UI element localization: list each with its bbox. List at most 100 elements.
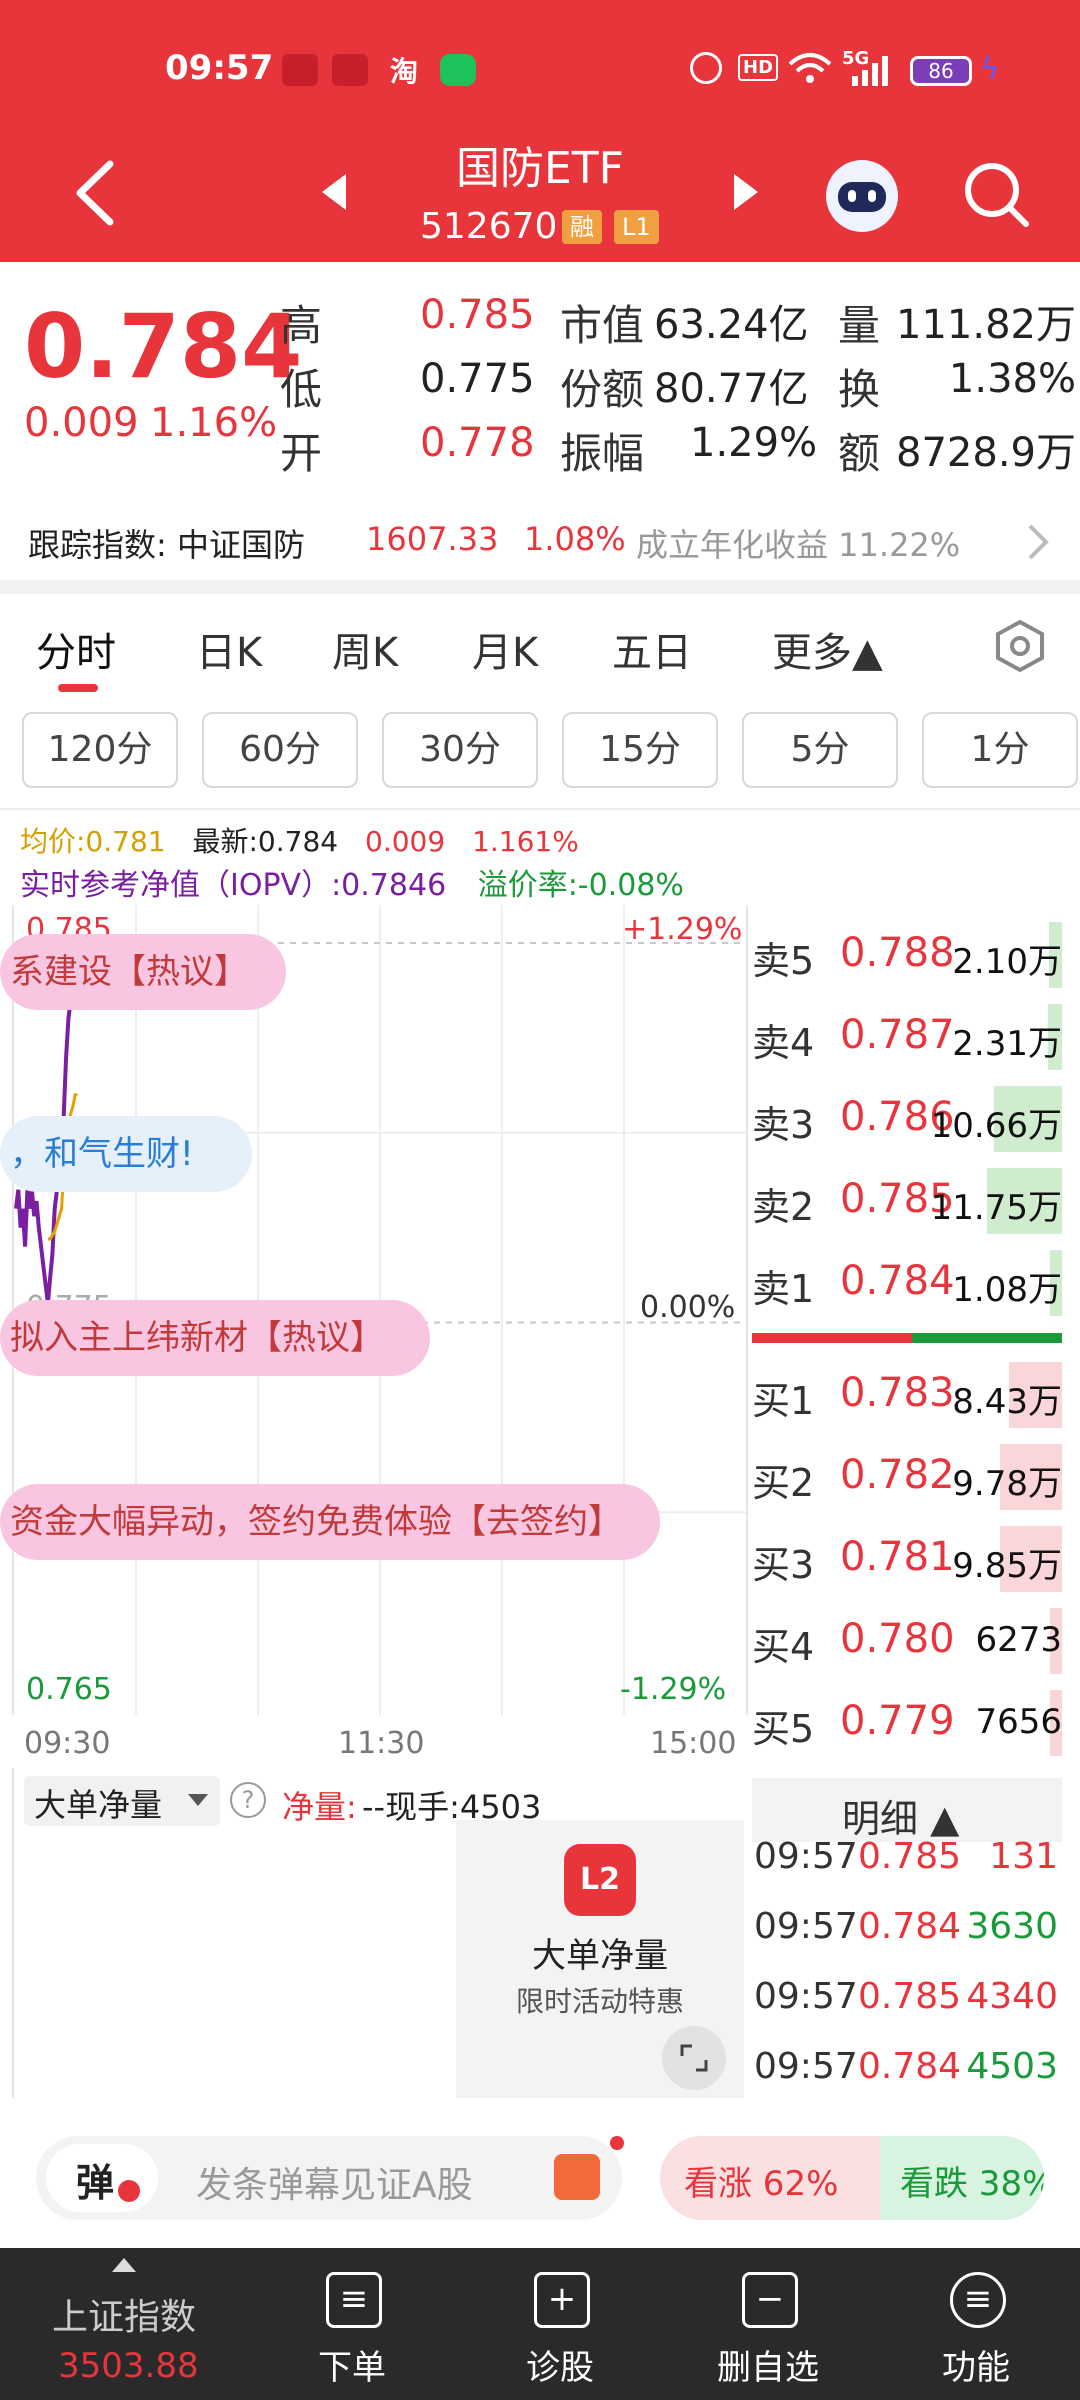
bear-label: 看跌 38% [900,2164,1044,2204]
tab-active-indicator [58,684,98,692]
nav-remove-favorite[interactable]: 删自选 [668,2340,868,2389]
promo-card[interactable]: L2 大单净量 限时活动特惠 [456,1820,744,2098]
expand-icon[interactable] [662,2026,726,2090]
period-1min[interactable]: 1分 [922,712,1078,788]
detail-time: 09:57 [754,1976,858,2017]
tab-timeshare[interactable]: 分时 [36,620,116,678]
danmaku-bubble[interactable]: 拟入主上纬新材【热议】 [0,1300,430,1376]
net-amount-label: 净量: [282,1788,357,1826]
level-tag: L1 [614,210,659,244]
buy-level-label: 买3 [752,1543,815,1587]
danmaku-bubble[interactable]: ，和气生财! [0,1116,252,1192]
danmu-toggle[interactable]: 弹 [46,2144,158,2212]
order-price: 0.783 [840,1370,955,1416]
sell-level-label: 卖4 [752,1021,815,1065]
time-end: 15:00 [650,1726,737,1761]
robot-assistant-icon[interactable] [826,160,898,232]
gift-icon[interactable] [554,2154,600,2200]
latest-change: 0.009 [365,825,446,858]
order-icon[interactable]: ≡ [326,2272,382,2328]
order-volume: 9.78万 [952,1464,1062,1504]
value-mkt-cap: 63.24亿 [654,302,809,348]
big-order-selector[interactable]: 大单净量 [24,1776,220,1826]
signal-icon [852,56,888,86]
danmaku-input[interactable]: 弹 发条弹幕见证A股 [36,2136,624,2220]
status-time: 09:57 [165,48,274,88]
period-120min[interactable]: 120分 [22,712,178,788]
danmaku-placeholder: 发条弹幕见证A股 [196,2165,473,2206]
current-price: 0.784 [24,295,303,398]
sell-level-label: 卖5 [752,939,815,983]
iopv-label: 实时参考净值（IOPV）:0.7846 [20,868,447,903]
avg-price-label: 均价:0.781 [20,825,166,858]
period-60min[interactable]: 60分 [202,712,358,788]
big-order-selector-label: 大单净量 [34,1786,163,1824]
period-15min[interactable]: 15分 [562,712,718,788]
buy-level-label: 买2 [752,1461,815,1505]
promo-title: 大单净量 [532,1936,668,1976]
order-volume: 10.66万 [930,1106,1062,1146]
next-stock-icon[interactable] [732,172,762,212]
nav-order[interactable]: 下单 [252,2340,452,2389]
index-name[interactable]: 上证指数 [52,2288,196,2340]
axis-top-pct: +1.29% [622,912,743,947]
danmaku-bubble[interactable]: 系建设【热议】 [0,934,286,1010]
tracking-label: 跟踪指数: 中证国防 [28,526,305,564]
taobao-icon: 淘 [390,55,419,88]
order-price: 0.782 [840,1452,955,1498]
tracking-index-value: 1607.33 [366,520,499,558]
time-mid: 11:30 [338,1726,425,1761]
wechat-icon [440,54,476,86]
details-header[interactable]: 明细 ▲ [752,1778,1062,1842]
tab-month-k[interactable]: 月K [472,620,538,678]
order-price: 0.779 [840,1698,955,1744]
tab-more[interactable]: 更多▲ [772,620,883,678]
latest-change-pct: 1.161% [472,825,579,858]
period-5min[interactable]: 5分 [742,712,898,788]
detail-volume: 4503 [966,2046,1058,2087]
bear-button[interactable]: 看跌 38% [880,2136,1044,2220]
remove-favorite-icon[interactable]: − [742,2272,798,2328]
order-volume: 1.08万 [952,1270,1062,1310]
detail-time: 09:57 [754,2046,858,2087]
nav-functions[interactable]: 功能 [876,2340,1076,2389]
index-value: 3503.88 [58,2346,199,2386]
detail-price: 0.785 [858,1836,962,1877]
settings-icon[interactable] [992,618,1048,674]
label-mkt-cap: 市值 [560,301,645,350]
value-shares: 80.77亿 [654,366,809,412]
tab-week-k[interactable]: 周K [332,620,398,678]
bull-button[interactable]: 看涨 62% [660,2136,880,2220]
bull-label: 看涨 62% [684,2164,839,2204]
caret-down-icon [188,1794,208,1806]
period-30min[interactable]: 30分 [382,712,538,788]
danmaku-bubble[interactable]: 资金大幅异动，签约免费体验【去签约】 [0,1484,660,1560]
tracking-index-row[interactable]: 跟踪指数: 中证国防 1607.33 1.08% 成立年化收益 11.22% [0,512,1080,572]
order-volume: 7656 [975,1702,1062,1742]
nav-diagnose[interactable]: 诊股 [460,2340,660,2389]
margin-tag: 融 [562,210,602,244]
buy-level-label: 买1 [752,1379,815,1423]
value-turnover: 1.38% [948,356,1076,402]
menu-icon[interactable]: ≡ [950,2272,1006,2328]
detail-price: 0.784 [858,2046,962,2087]
label-open: 开 [280,429,323,478]
l2-badge-icon: L2 [564,1844,636,1916]
tab-day-k[interactable]: 日K [196,620,262,678]
help-icon[interactable]: ? [230,1782,266,1818]
app-icon-2 [332,54,368,86]
diagnose-icon[interactable]: + [534,2272,590,2328]
chart-legend-row1: 均价:0.781 最新:0.784 0.009 1.161% [20,820,579,860]
order-volume: 2.31万 [952,1024,1062,1064]
wifi-icon [788,53,832,83]
sentiment-bar[interactable]: 看涨 62% 看跌 38% [660,2136,1044,2220]
detail-time: 09:57 [754,1836,858,1877]
price-change: 0.009 [24,400,139,446]
hd-icon: HD [738,54,779,81]
detail-time: 09:57 [754,1906,858,1947]
value-open: 0.778 [420,420,535,466]
search-icon[interactable] [962,160,1032,230]
tab-five-day[interactable]: 五日 [612,620,692,678]
latest-price-label: 最新:0.784 [192,825,339,858]
buy-level-label: 买4 [752,1625,815,1669]
